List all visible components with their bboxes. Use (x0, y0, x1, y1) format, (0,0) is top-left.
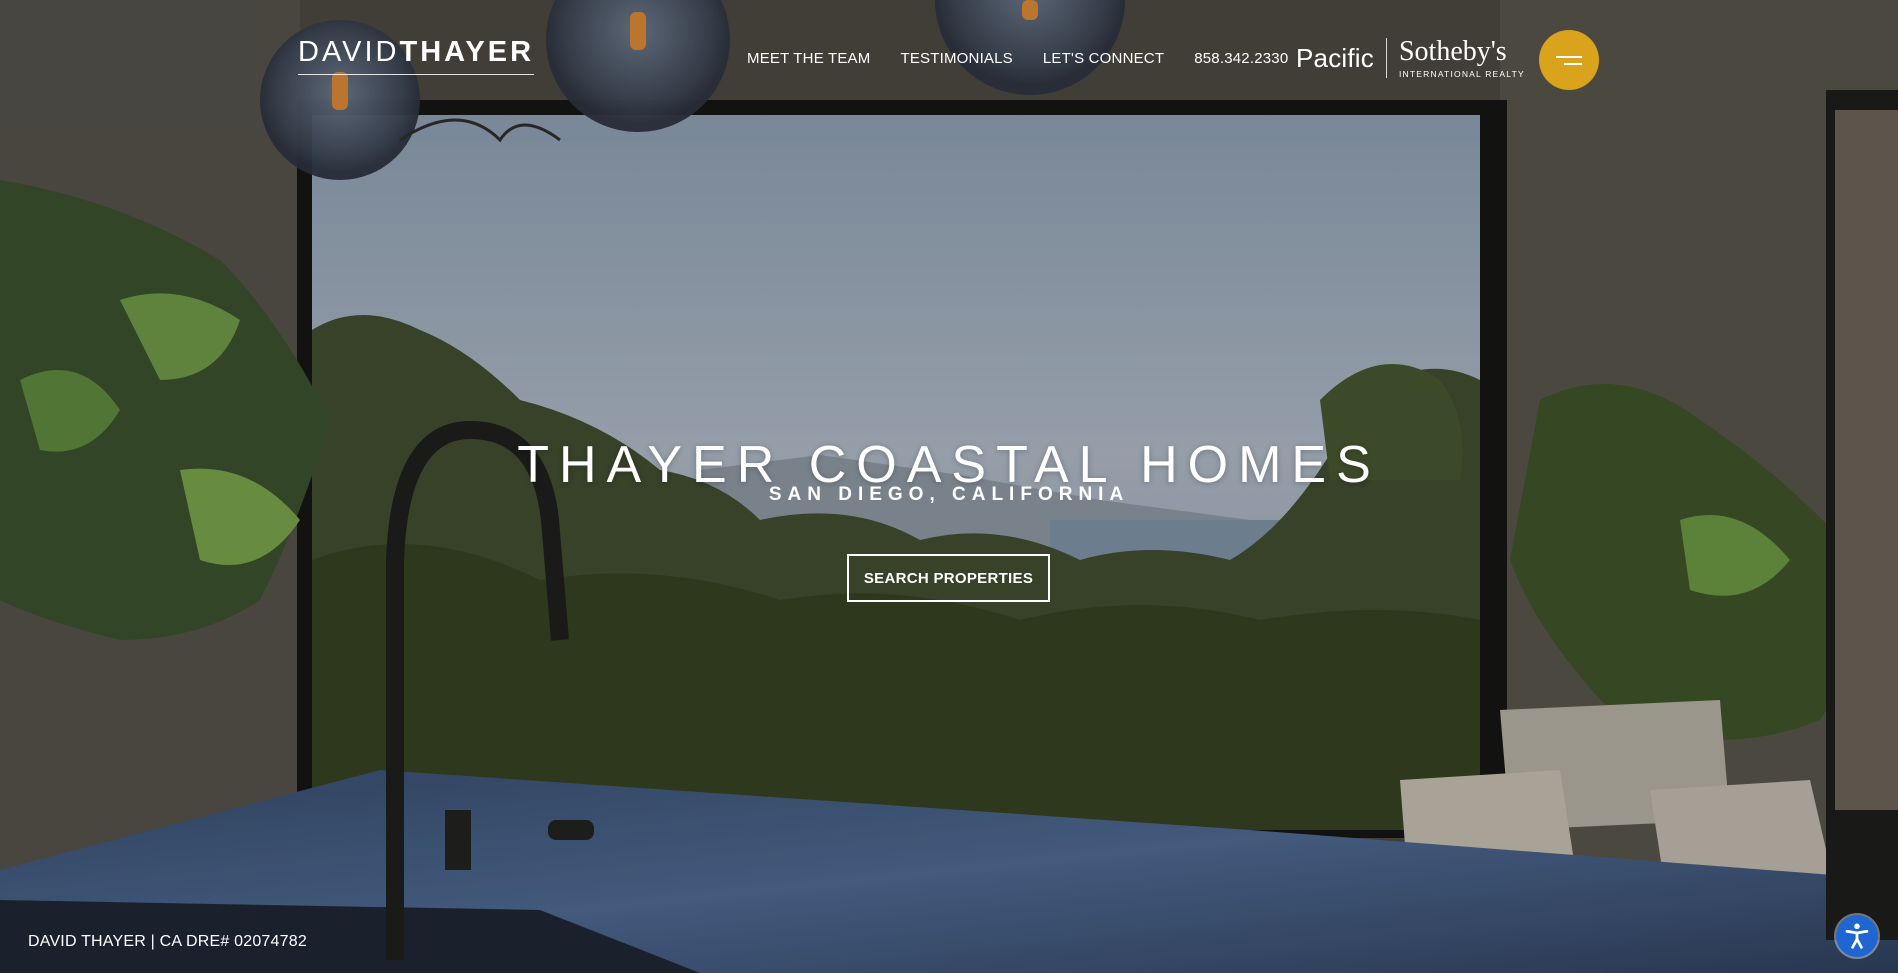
brokerage-pacific: Pacific (1296, 42, 1374, 73)
menu-button[interactable] (1539, 30, 1599, 90)
hamburger-icon (1556, 55, 1582, 65)
accessibility-button[interactable] (1836, 915, 1878, 957)
brokerage-tagline: INTERNATIONAL REALTY (1398, 68, 1525, 79)
accessibility-icon (1845, 923, 1869, 949)
nav-meet-the-team[interactable]: MEET THE TEAM (747, 50, 870, 67)
search-properties-button[interactable]: SEARCH PROPERTIES (847, 554, 1050, 602)
brokerage-divider (1385, 38, 1387, 78)
brokerage-wordmark: Sotheby's INTERNATIONAL REALTY (1398, 35, 1525, 79)
hero-subtitle: SAN DIEGO, CALIFORNIA (768, 484, 1130, 505)
logo-last-name: THAYER (399, 36, 535, 68)
nav-phone-link[interactable]: 858.342.2330 (1194, 50, 1288, 67)
license-note: DAVID THAYER | CA DRE# 02074782 (28, 933, 307, 950)
brokerage-logo[interactable]: Pacific Sotheby's INTERNATIONAL REALTY (1296, 36, 1525, 80)
logo-first-name: DAVID (298, 36, 400, 68)
brokerage-name: Sotheby's (1398, 35, 1507, 67)
main-nav: MEET THE TEAM TESTIMONIALS LET'S CONNECT… (747, 50, 1288, 67)
nav-testimonials[interactable]: TESTIMONIALS (900, 50, 1012, 67)
nav-lets-connect[interactable]: LET'S CONNECT (1043, 50, 1164, 67)
site-logo[interactable]: DAVIDTHAYER (298, 38, 534, 75)
